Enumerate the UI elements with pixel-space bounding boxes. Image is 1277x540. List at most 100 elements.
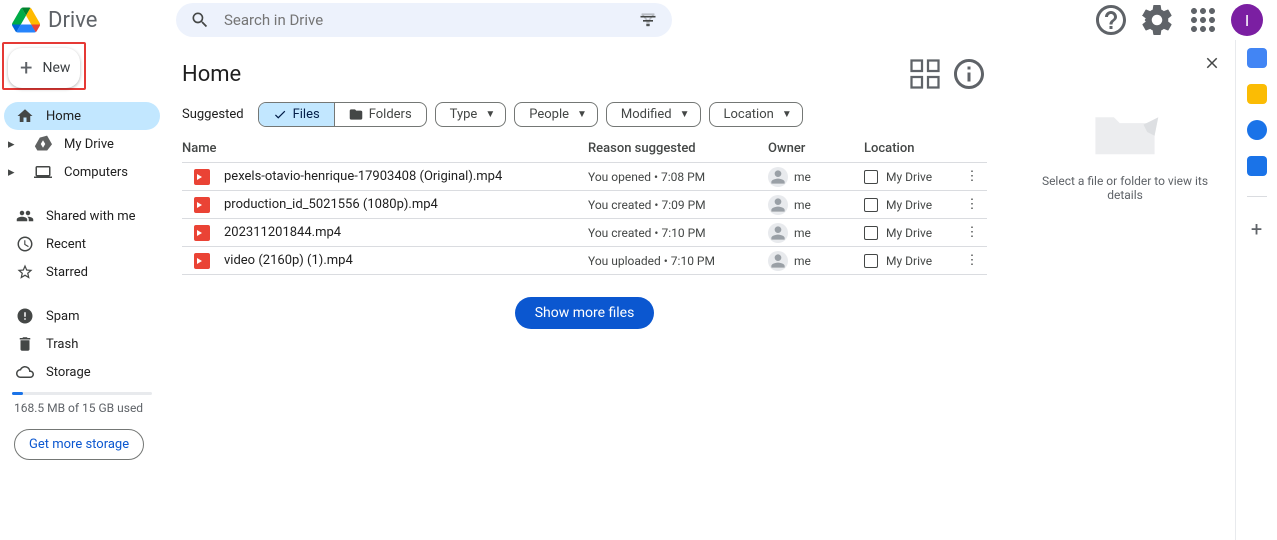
- sidebar-item-spam[interactable]: Spam: [4, 302, 160, 330]
- nav-label: Computers: [64, 165, 128, 180]
- suggested-label: Suggested: [182, 107, 244, 122]
- col-name[interactable]: Name: [182, 141, 588, 156]
- trash-icon: [16, 335, 34, 353]
- help-icon: [1093, 2, 1129, 38]
- owner-avatar-icon: [768, 195, 788, 215]
- chevron-right-icon[interactable]: ▸: [8, 165, 20, 180]
- sidebar-item-trash[interactable]: Trash: [4, 330, 160, 358]
- main-area: Home Suggested Files Folders Type▼ Peopl…: [168, 0, 1277, 540]
- nav-label: Starred: [46, 265, 88, 280]
- contacts-app-icon[interactable]: [1247, 156, 1267, 176]
- drive-location-icon: [864, 254, 878, 268]
- storage-bar: [12, 392, 152, 395]
- layout-button[interactable]: [907, 56, 943, 92]
- col-owner: Owner: [768, 141, 864, 156]
- file-row[interactable]: pexels-otavio-henrique-17903408 (Origina…: [182, 163, 987, 191]
- calendar-app-icon[interactable]: [1247, 48, 1267, 68]
- chevron-right-icon[interactable]: ▸: [8, 137, 20, 152]
- page-title: Home: [182, 62, 241, 87]
- sidebar-item-recent[interactable]: Recent: [4, 230, 160, 258]
- content: Home Suggested Files Folders Type▼ Peopl…: [168, 40, 1001, 540]
- file-name: video (2160p) (1).mp4: [224, 253, 588, 268]
- sidebar-item-shared[interactable]: Shared with me: [4, 202, 160, 230]
- row-menu-button[interactable]: ⋮: [957, 253, 987, 268]
- file-name: pexels-otavio-henrique-17903408 (Origina…: [224, 169, 588, 184]
- sidebar-item-computers[interactable]: ▸ Computers: [4, 158, 160, 186]
- file-name: production_id_5021556 (1080p).mp4: [224, 197, 588, 212]
- filter-people[interactable]: People▼: [514, 102, 598, 127]
- file-reason: You opened • 7:08 PM: [588, 170, 768, 184]
- file-location[interactable]: My Drive: [864, 170, 957, 184]
- apps-button[interactable]: [1185, 2, 1221, 38]
- nav-label: My Drive: [64, 137, 114, 152]
- search-bar[interactable]: [176, 3, 672, 37]
- chevron-down-icon: ▼: [782, 109, 792, 120]
- filter-modified[interactable]: Modified▼: [606, 102, 701, 127]
- file-reason: You created • 7:09 PM: [588, 198, 768, 212]
- file-location[interactable]: My Drive: [864, 254, 957, 268]
- logo-area[interactable]: Drive: [8, 6, 168, 34]
- segment-folders[interactable]: Folders: [334, 103, 426, 126]
- owner-avatar-icon: [768, 223, 788, 243]
- segment-files[interactable]: Files: [259, 103, 334, 126]
- search-input[interactable]: [224, 11, 638, 29]
- filter-row: Suggested Files Folders Type▼ People▼ Mo…: [182, 102, 987, 127]
- show-more-button[interactable]: Show more files: [515, 297, 655, 329]
- sidebar: + New Home ▸ My Drive ▸ Computers Shared…: [0, 0, 168, 540]
- video-file-icon: [194, 169, 210, 185]
- details-empty-state: Select a file or folder to view its deta…: [1029, 104, 1221, 202]
- settings-button[interactable]: [1139, 2, 1175, 38]
- file-list: pexels-otavio-henrique-17903408 (Origina…: [182, 163, 987, 275]
- file-row[interactable]: video (2160p) (1).mp4 You uploaded • 7:1…: [182, 247, 987, 275]
- row-menu-button[interactable]: ⋮: [957, 225, 987, 240]
- row-menu-button[interactable]: ⋮: [957, 169, 987, 184]
- nav-label: Storage: [46, 365, 91, 380]
- apps-icon: [1185, 2, 1221, 38]
- owner-avatar-icon: [768, 251, 788, 271]
- close-details-button[interactable]: [1203, 54, 1221, 76]
- new-button-highlight: + New: [2, 42, 86, 90]
- user-avatar[interactable]: I: [1231, 4, 1263, 36]
- search-options-icon[interactable]: [638, 10, 658, 30]
- info-button[interactable]: [951, 56, 987, 92]
- drive-location-icon: [864, 226, 878, 240]
- details-panel: Select a file or folder to view its deta…: [1015, 40, 1235, 540]
- info-icon: [951, 56, 987, 92]
- file-location[interactable]: My Drive: [864, 226, 957, 240]
- new-button-label: New: [42, 60, 70, 76]
- video-file-icon: [194, 197, 210, 213]
- nav-label: Trash: [46, 337, 78, 352]
- sidebar-item-home[interactable]: Home: [4, 102, 160, 130]
- spam-icon: [16, 307, 34, 325]
- tasks-app-icon[interactable]: [1247, 120, 1267, 140]
- chevron-down-icon: ▼: [485, 109, 495, 120]
- table-header: Name Reason suggested Owner Location: [182, 135, 987, 163]
- nav-label: Recent: [46, 237, 86, 252]
- rail-divider: [1247, 196, 1267, 197]
- file-location[interactable]: My Drive: [864, 198, 957, 212]
- sidebar-item-mydrive[interactable]: ▸ My Drive: [4, 130, 160, 158]
- keep-app-icon[interactable]: [1247, 84, 1267, 104]
- new-button[interactable]: + New: [8, 48, 80, 88]
- sidebar-item-starred[interactable]: Starred: [4, 258, 160, 286]
- filter-type[interactable]: Type▼: [435, 102, 507, 127]
- file-reason: You created • 7:10 PM: [588, 226, 768, 240]
- sidebar-item-storage[interactable]: Storage: [4, 358, 160, 386]
- help-button[interactable]: [1093, 2, 1129, 38]
- filter-location[interactable]: Location▼: [709, 102, 803, 127]
- file-row[interactable]: production_id_5021556 (1080p).mp4 You cr…: [182, 191, 987, 219]
- get-storage-button[interactable]: Get more storage: [14, 429, 144, 460]
- clock-icon: [16, 235, 34, 253]
- drive-logo-icon: [12, 6, 40, 34]
- details-empty-text: Select a file or folder to view its deta…: [1029, 174, 1221, 202]
- chevron-down-icon: ▼: [680, 109, 690, 120]
- plus-icon: +: [20, 56, 32, 81]
- add-addon-button[interactable]: +: [1251, 217, 1262, 241]
- row-menu-button[interactable]: ⋮: [957, 197, 987, 212]
- col-location: Location: [864, 141, 957, 156]
- file-row[interactable]: 202311201844.mp4 You created • 7:10 PM m…: [182, 219, 987, 247]
- nav-label: Spam: [46, 309, 80, 324]
- folder-icon: [34, 135, 52, 153]
- file-owner: me: [768, 251, 864, 271]
- nav-secondary: Shared with me Recent Starred: [0, 198, 168, 286]
